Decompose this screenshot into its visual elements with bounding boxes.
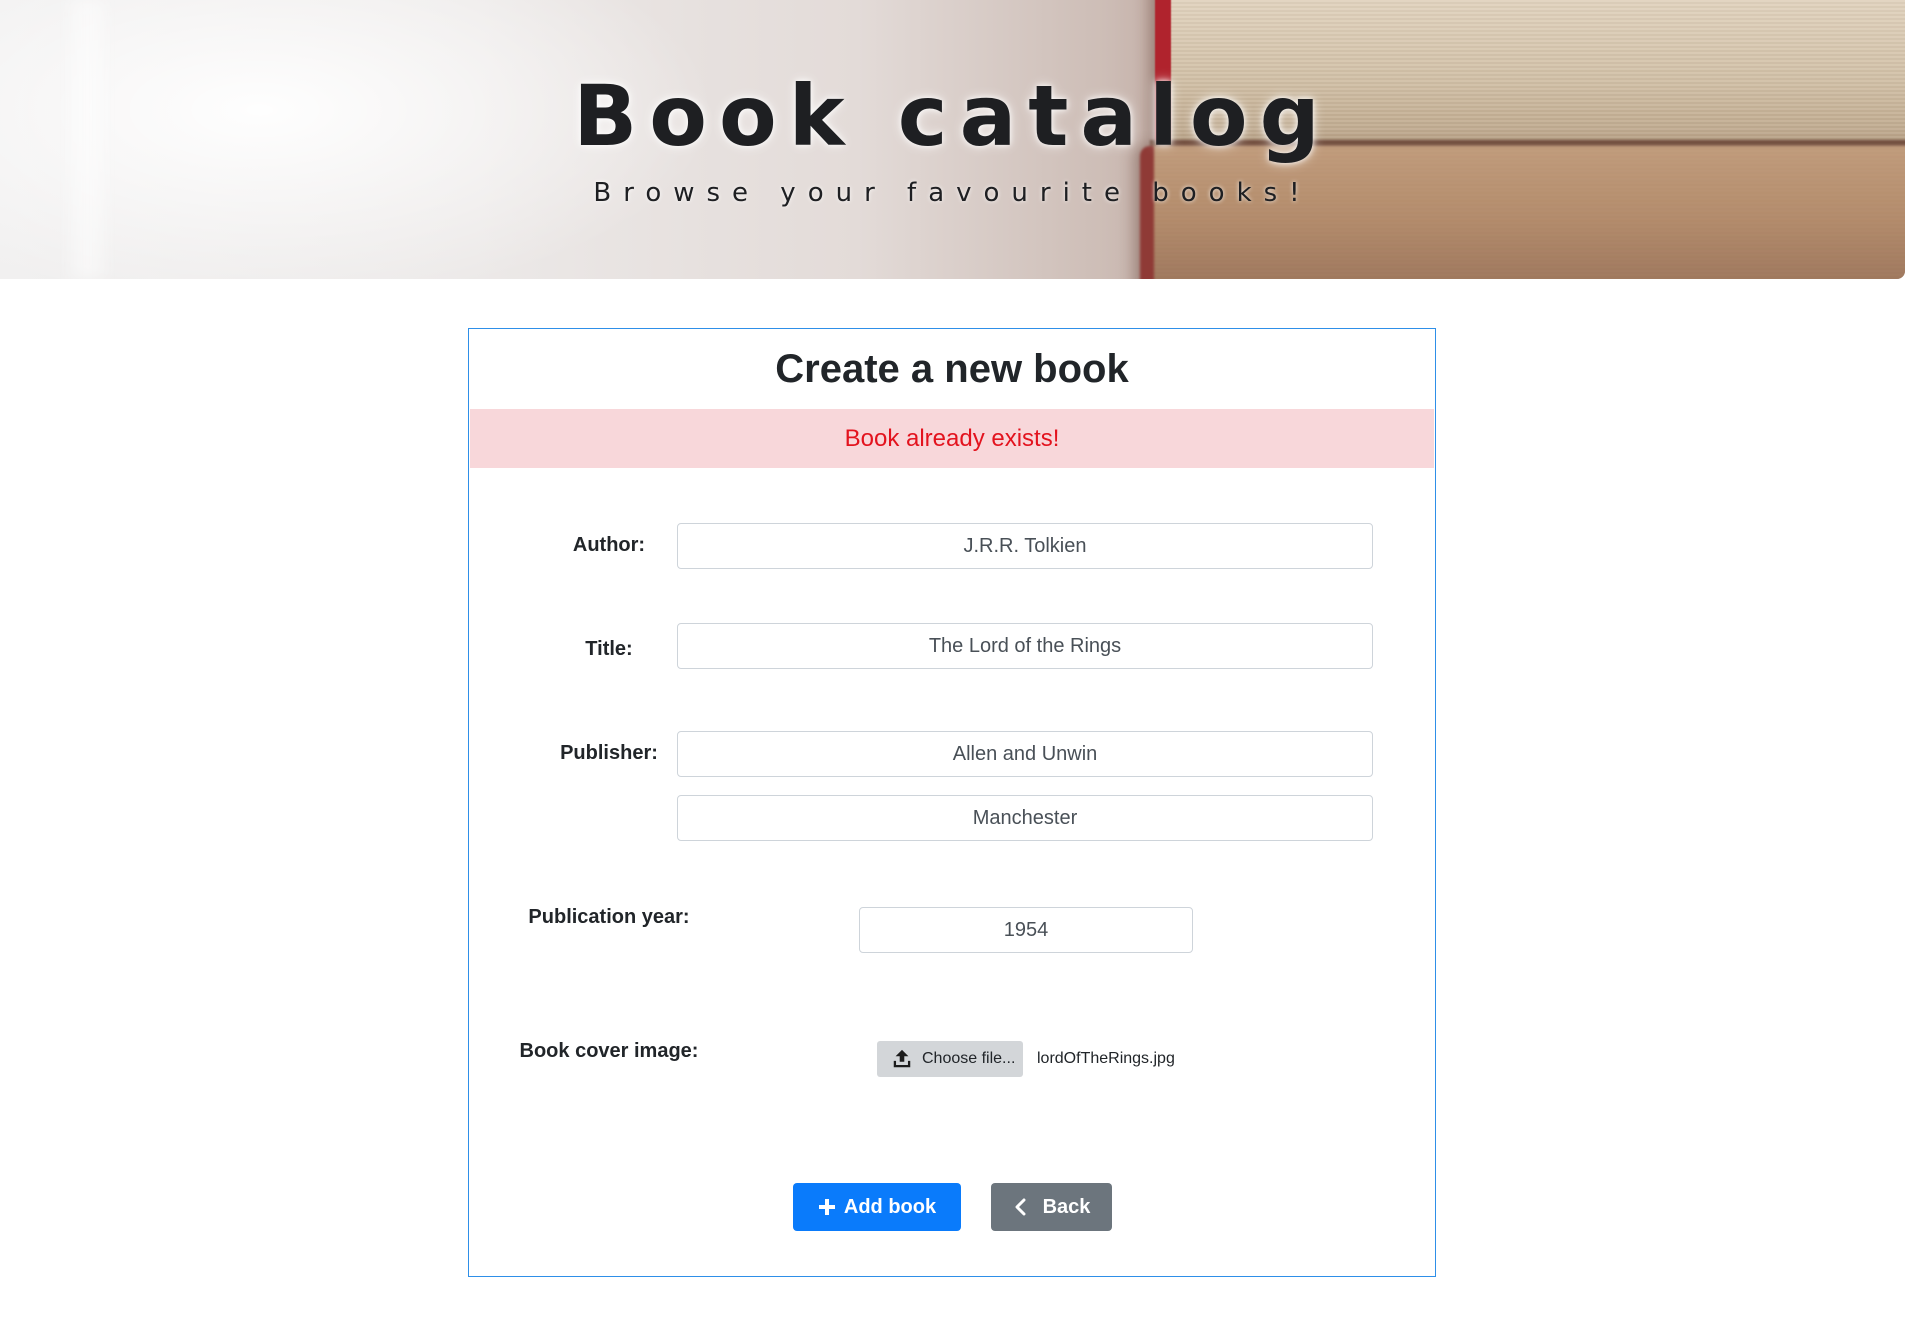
title-input[interactable] [677, 623, 1373, 669]
back-label: Back [1042, 1195, 1091, 1218]
error-alert: Book already exists! [470, 409, 1434, 468]
upload-icon [893, 1049, 911, 1068]
publisher-city-input[interactable] [677, 795, 1373, 841]
site-title: Book catalog [573, 67, 1332, 165]
add-book-button[interactable]: Add book [793, 1183, 961, 1231]
add-book-label: Add book [843, 1195, 937, 1218]
create-book-form: Create a new book Book already exists! A… [468, 328, 1436, 1277]
author-input[interactable] [677, 523, 1373, 569]
choose-file-label: Choose file... [922, 1050, 1016, 1067]
chevron-left-icon [1015, 1198, 1026, 1216]
plus-icon [818, 1199, 835, 1215]
publication-year-input[interactable] [859, 907, 1193, 953]
site-subtitle: Browse your favourite books! [593, 178, 1312, 208]
banner-book-image-lower [1140, 146, 1905, 279]
header-banner: Book catalog Browse your favourite books… [0, 0, 1905, 279]
back-button[interactable]: Back [991, 1183, 1112, 1231]
publisher-name-input[interactable] [677, 731, 1373, 777]
form-heading: Create a new book [775, 347, 1129, 391]
choose-file-button[interactable]: Choose file... [877, 1041, 1023, 1077]
cover-image-label: Book cover image: [519, 1040, 699, 1062]
publication-year-label: Publication year: [528, 906, 690, 928]
selected-file-name: lordOfTheRings.jpg [1037, 1050, 1175, 1067]
